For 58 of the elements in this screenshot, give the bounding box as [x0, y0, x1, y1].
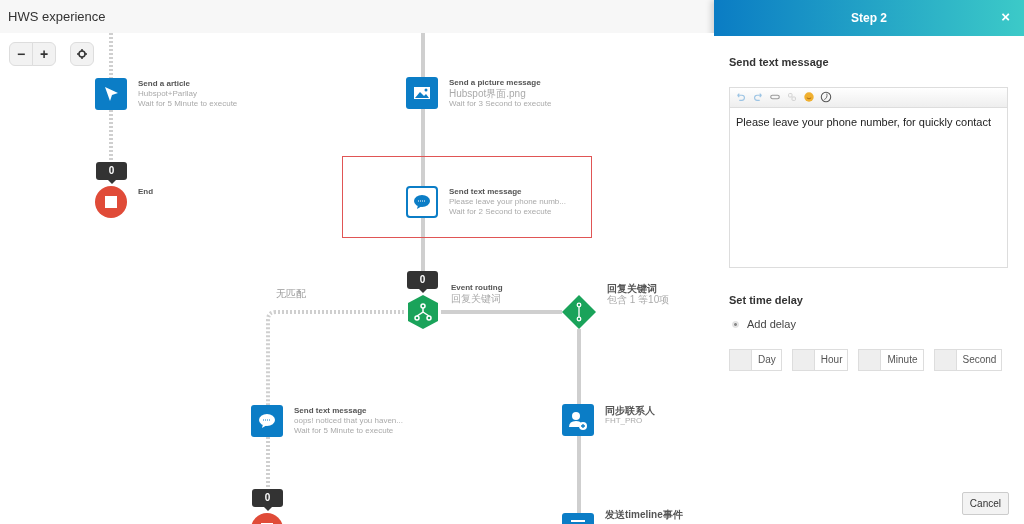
connector-line: [421, 33, 425, 77]
node-title: 发送timeline事件: [605, 509, 683, 520]
connector-line: [109, 110, 113, 161]
image-icon[interactable]: [406, 77, 438, 109]
target-icon: [77, 49, 87, 59]
node-subtitle: Wait for 2 Second to execute: [449, 207, 553, 217]
node-subtitle: 包含 1 等10项: [607, 294, 670, 305]
section-heading: Set time delay: [729, 292, 804, 308]
app-title: HWS experience: [8, 7, 106, 26]
node-title: Send text message: [294, 406, 368, 416]
diamond-icon[interactable]: [562, 295, 596, 329]
node-title: Event routing: [451, 283, 503, 293]
node-title: Send a article: [138, 79, 192, 89]
connector-line: [266, 437, 270, 489]
input-field[interactable]: [933, 348, 956, 371]
connector-line: [109, 33, 113, 78]
node-subtitle: oops! noticed that you haven...: [294, 416, 403, 426]
node-subtitle: Hubspot界面.png: [449, 88, 527, 99]
radio-label: Add delay: [747, 317, 796, 332]
node-title: Send text message: [449, 187, 523, 197]
chat-bubble-icon[interactable]: [406, 186, 438, 218]
unit-label: Second: [955, 348, 1003, 371]
node-subtitle: 回复关键词: [451, 293, 502, 304]
node-subtitle: Wait for 5 Minute to execute: [138, 99, 238, 109]
node-subtitle: FHT_PRO: [605, 416, 644, 426]
node-title: 同步联系人: [605, 405, 655, 416]
smiley-icon[interactable]: [803, 91, 815, 103]
node-subtitle: Wait for 3 Second to execute: [449, 99, 552, 109]
add-user-icon[interactable]: [562, 404, 594, 436]
node-subtitle: Hubspot+Parllay: [138, 89, 198, 99]
node-subtitle: Please leave your phone numb...: [449, 197, 566, 207]
panel-title: Step 2: [851, 10, 887, 27]
cancel-button[interactable]: Cancel: [961, 492, 1009, 515]
stop-icon[interactable]: [95, 186, 127, 218]
radio-button[interactable]: [732, 320, 739, 328]
connector-line: [421, 218, 425, 271]
node-title: End: [138, 187, 154, 197]
chat-bubble-icon[interactable]: [251, 405, 283, 437]
input-field[interactable]: [858, 348, 881, 371]
circle-icon[interactable]: [820, 91, 832, 103]
unit-label: Day: [751, 348, 782, 371]
node-title: 回复关键词: [607, 283, 658, 294]
branch-icon[interactable]: [406, 295, 440, 329]
edge-label: 无匹配: [276, 287, 306, 301]
node-subtitle: Wait for 5 Minute to execute: [294, 426, 395, 436]
section-heading: Send text message: [729, 55, 830, 70]
paper-plane-icon[interactable]: [95, 78, 127, 110]
recenter-button[interactable]: [70, 42, 94, 66]
unit-label: Minute: [880, 348, 924, 371]
zoom-out-button[interactable]: −: [9, 42, 33, 66]
input-field[interactable]: [729, 348, 751, 371]
unit-label: Hour: [813, 348, 849, 371]
zoom-in-button[interactable]: +: [32, 42, 56, 66]
node-title: Send a picture message: [449, 78, 542, 88]
input-field[interactable]: [791, 348, 814, 371]
undo-icon[interactable]: [735, 91, 747, 103]
redo-icon[interactable]: [752, 91, 764, 103]
message-field[interactable]: Please leave your phone number, for quickly contact: [729, 107, 1008, 268]
